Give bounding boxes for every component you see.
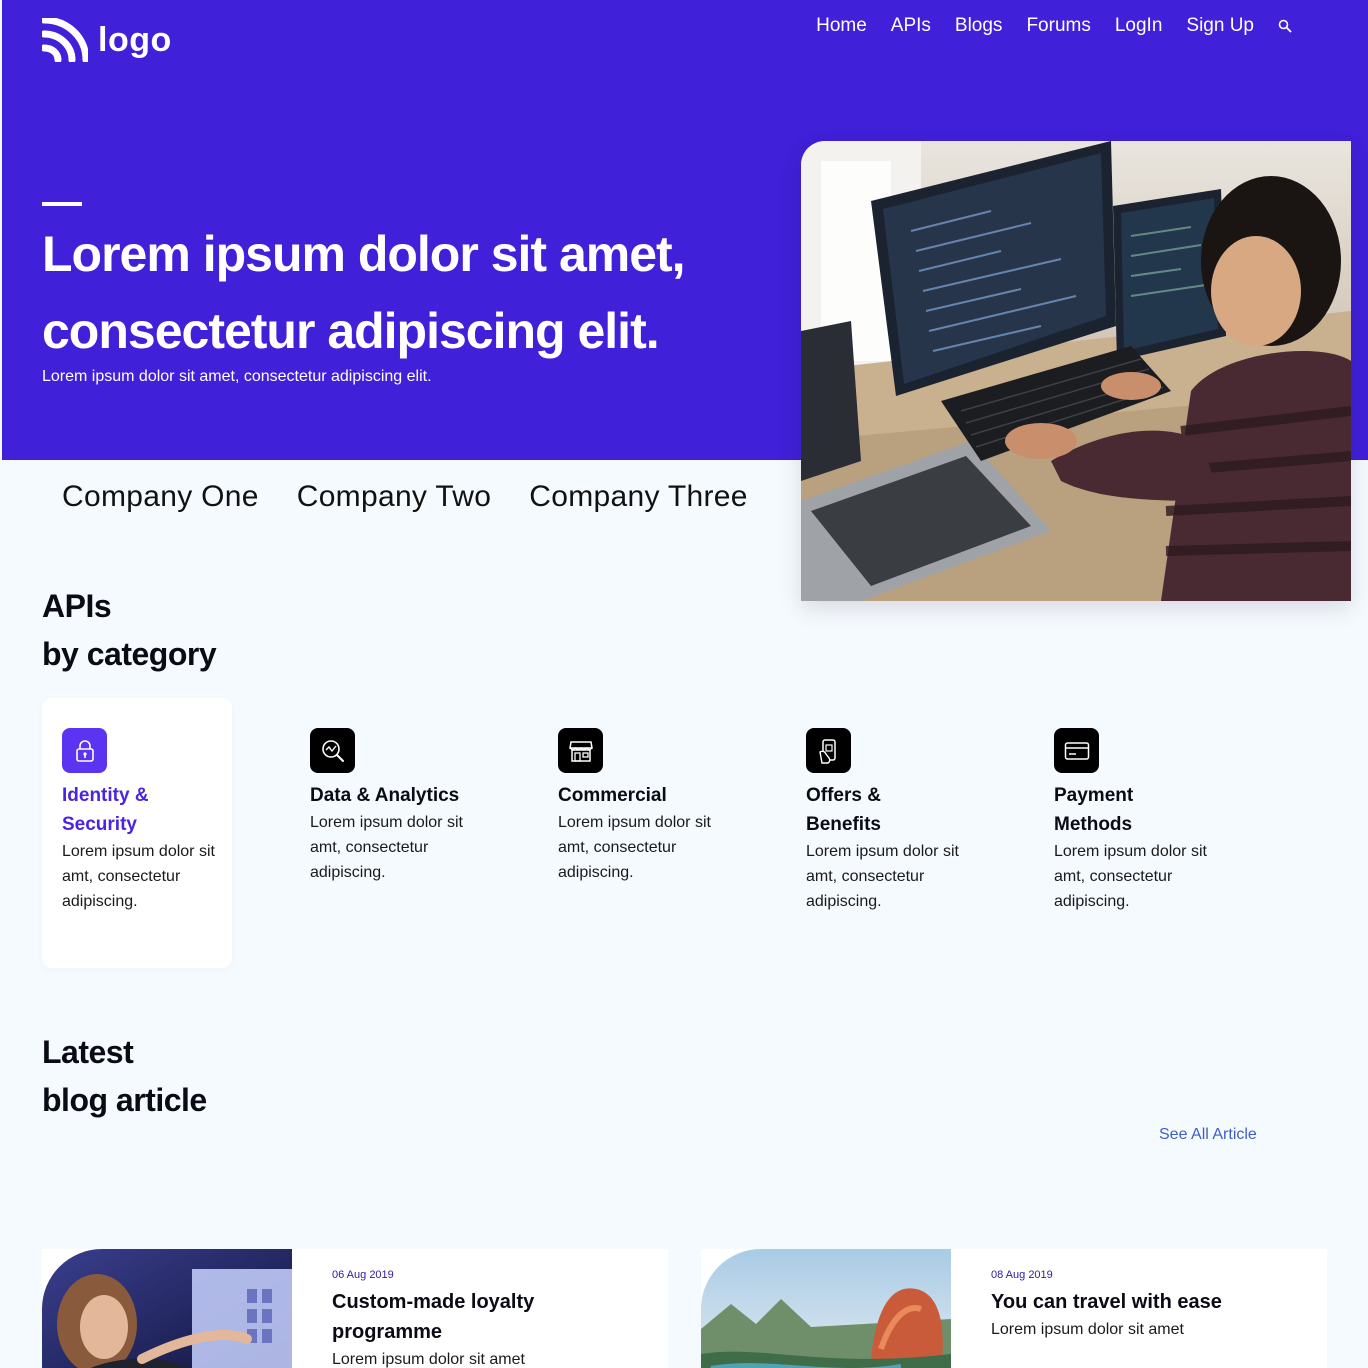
blog-body: 06 Aug 2019 Custom-made loyalty programm… <box>332 1269 652 1368</box>
blog-card[interactable]: 06 Aug 2019 Custom-made loyalty programm… <box>42 1249 668 1368</box>
category-title: Identity & Security <box>62 785 149 835</box>
blog-image-tropical-landscape <box>701 1249 951 1368</box>
company-logos-row: Company One Company Two Company Three <box>62 480 748 514</box>
logo-arcs-icon <box>42 18 88 62</box>
blog-title-line1: Latest <box>42 1034 134 1070</box>
nav-home[interactable]: Home <box>816 15 867 37</box>
category-description: Lorem ipsum dolor sit amt, consectetur a… <box>310 814 463 881</box>
apis-title-line1: APIs <box>42 588 112 624</box>
search-icon[interactable] <box>1278 19 1292 33</box>
blog-date: 08 Aug 2019 <box>991 1269 1053 1281</box>
blog-date: 06 Aug 2019 <box>332 1269 394 1281</box>
blog-excerpt: Lorem ipsum dolor sit amet <box>332 1351 525 1368</box>
category-title: Offers & Benefits <box>806 785 881 835</box>
hero-title: Lorem ipsum dolor sit amet, consectetur … <box>42 216 802 370</box>
logo[interactable]: logo <box>42 18 172 62</box>
blog-section-title: Latest blog article <box>42 1028 207 1124</box>
company-three: Company Three <box>529 480 748 513</box>
credit-card-icon <box>1054 728 1099 773</box>
blog-body: 08 Aug 2019 You can travel with ease Lor… <box>991 1269 1311 1342</box>
blog-card[interactable]: 08 Aug 2019 You can travel with ease Lor… <box>701 1249 1327 1368</box>
blog-title-line2: blog article <box>42 1082 207 1118</box>
blog-title[interactable]: You can travel with ease <box>991 1287 1231 1317</box>
category-card-payment-methods[interactable]: Payment Methods Lorem ipsum dolor sit am… <box>1034 698 1224 968</box>
lock-icon <box>62 728 107 773</box>
main-nav: Home APIs Blogs Forums LogIn Sign Up <box>816 15 1292 37</box>
category-description: Lorem ipsum dolor sit amt, consectetur a… <box>558 814 711 881</box>
hero-image-developer-at-computer <box>801 141 1351 601</box>
category-card-commercial[interactable]: Commercial Lorem ipsum dolor sit amt, co… <box>538 698 728 968</box>
apis-section-title: APIs by category <box>42 582 217 678</box>
category-title: Data & Analytics <box>310 785 460 806</box>
page: logo Home APIs Blogs Forums LogIn Sign U… <box>0 0 1368 1368</box>
category-card-identity-security[interactable]: Identity & Security Lorem ipsum dolor si… <box>42 698 232 968</box>
hero-accent-line <box>42 202 82 206</box>
apis-title-line2: by category <box>42 636 217 672</box>
nav-login[interactable]: LogIn <box>1115 15 1163 37</box>
nav-apis[interactable]: APIs <box>891 15 931 37</box>
blog-title[interactable]: Custom-made loyalty programme <box>332 1287 572 1347</box>
blog-excerpt: Lorem ipsum dolor sit amet <box>991 1321 1184 1338</box>
logo-text: logo <box>98 20 172 59</box>
company-two: Company Two <box>296 480 492 513</box>
mobile-offer-icon <box>806 728 851 773</box>
hero-subtitle: Lorem ipsum dolor sit amet, consectetur … <box>42 368 432 385</box>
company-one: Company One <box>62 480 259 513</box>
hero-illustration <box>801 141 1351 601</box>
category-title: Payment Methods <box>1054 785 1134 835</box>
category-description: Lorem ipsum dolor sit amt, consectetur a… <box>806 843 959 910</box>
nav-forums[interactable]: Forums <box>1026 15 1090 37</box>
category-title: Commercial <box>558 785 667 806</box>
category-card-offers-benefits[interactable]: Offers & Benefits Lorem ipsum dolor sit … <box>786 698 976 968</box>
hero-title-line1: Lorem ipsum dolor sit amet, <box>42 226 686 282</box>
nav-signup[interactable]: Sign Up <box>1186 15 1254 37</box>
nav-blogs[interactable]: Blogs <box>955 15 1003 37</box>
storefront-icon <box>558 728 603 773</box>
magnifier-chart-icon <box>310 728 355 773</box>
blog-image-woman-at-screen <box>42 1249 292 1368</box>
category-description: Lorem ipsum dolor sit amt, consectetur a… <box>62 843 215 910</box>
hero-title-line2: consectetur adipiscing elit. <box>42 303 660 359</box>
category-description: Lorem ipsum dolor sit amt, consectetur a… <box>1054 843 1207 910</box>
category-card-data-analytics[interactable]: Data & Analytics Lorem ipsum dolor sit a… <box>290 698 480 968</box>
see-all-articles-link[interactable]: See All Article <box>1159 1126 1257 1144</box>
